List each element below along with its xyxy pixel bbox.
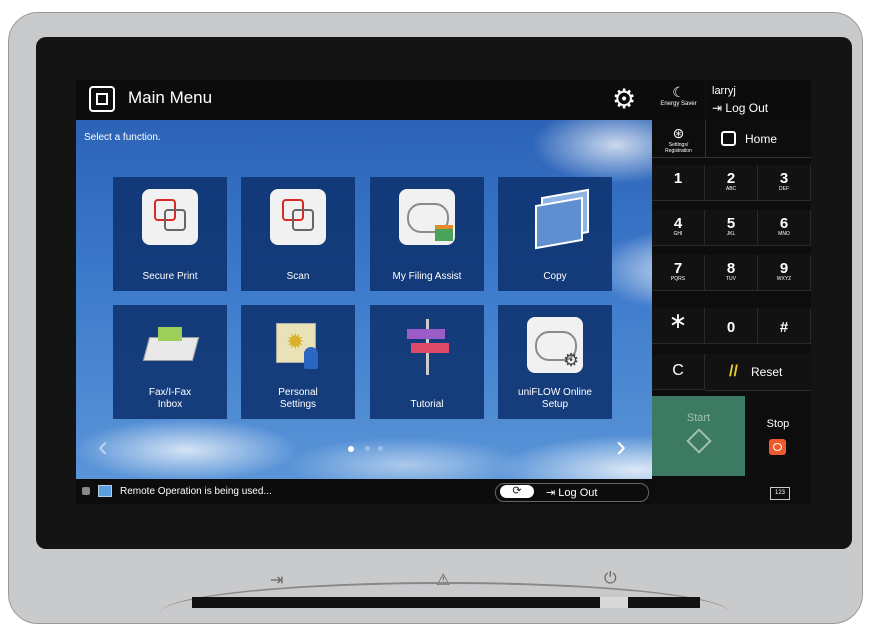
keypad-icon[interactable]: 123 — [770, 487, 790, 500]
reset-icon: // — [729, 363, 738, 380]
key-6[interactable]: 6 MNO — [758, 210, 811, 246]
bezel-curve — [160, 582, 730, 644]
home-icon[interactable] — [89, 86, 115, 112]
key-8[interactable]: 8 TUV — [705, 255, 758, 291]
settings-icon: ⊛ — [672, 125, 685, 141]
power-icon: ⏻ — [604, 570, 617, 587]
moon-icon: ☾ — [672, 84, 685, 100]
gear-icon[interactable]: ⚙ — [612, 86, 636, 113]
tile-label: Fax/I-Fax Inbox — [148, 387, 192, 410]
tile-uniflow-online-setup[interactable]: ⚙ uniFLOW Online Setup — [498, 305, 612, 419]
home-icon — [721, 131, 736, 146]
page-dot-active — [348, 446, 354, 452]
key-1[interactable]: 1 — [652, 165, 705, 201]
tile-label: Copy — [543, 271, 567, 282]
card-slot — [192, 597, 700, 608]
logout-label: Log Out — [725, 101, 769, 115]
home-label: Home — [745, 132, 778, 146]
tile-fax-inbox[interactable]: Fax/I-Fax Inbox — [113, 305, 227, 419]
page-dot — [365, 446, 370, 451]
key-0[interactable]: 0 — [705, 308, 758, 344]
tile-copy[interactable]: Copy — [498, 177, 612, 291]
switch-user-icon[interactable]: ⟳ — [500, 485, 534, 498]
stop-icon — [769, 439, 786, 455]
secure-print-icon — [142, 189, 198, 245]
personal-settings-icon: ✹ — [270, 317, 326, 373]
key-7[interactable]: 7 PQRS — [652, 255, 705, 291]
key-5[interactable]: 5 JKL — [705, 210, 758, 246]
key-3[interactable]: 3 DEF — [758, 165, 811, 201]
status-logout-button[interactable]: ⇥ Log Out — [546, 486, 597, 499]
status-bar: Remote Operation is being used... ⟳ ⇥ Lo… — [76, 479, 652, 504]
tile-label: My Filing Assist — [392, 271, 462, 282]
tile-tutorial[interactable]: Tutorial — [370, 305, 484, 419]
fax-inbox-icon — [142, 317, 200, 373]
page-dot — [378, 446, 383, 451]
tile-label: uniFLOW Online Setup — [518, 387, 592, 410]
start-icon — [686, 428, 712, 454]
tile-label: Personal Settings — [278, 387, 318, 410]
tile-label: Secure Print — [142, 271, 198, 282]
logout-icon: ⇥ — [712, 101, 723, 115]
key-4[interactable]: 4 GHI — [652, 210, 705, 246]
energy-saver-label: Energy Saver — [660, 101, 697, 107]
energy-saver-button[interactable]: ☾ Energy Saver — [652, 80, 705, 120]
tile-secure-print[interactable]: Secure Print — [113, 177, 227, 291]
username: larryj — [712, 85, 736, 97]
remote-operation-icon — [98, 485, 112, 497]
tile-my-filing-assist[interactable]: My Filing Assist — [370, 177, 484, 291]
cloud-filing-icon — [399, 189, 455, 245]
next-page-arrow-icon[interactable]: › — [616, 430, 626, 464]
settings-registration-button[interactable]: ⊛ Settings/ Registration — [652, 120, 706, 158]
tile-scan[interactable]: Scan — [241, 177, 355, 291]
clear-button[interactable]: C — [652, 354, 705, 390]
stop-label: Stop — [766, 418, 790, 430]
key-star[interactable]: ∗ — [652, 308, 705, 344]
lock-icon — [82, 487, 90, 495]
main-menu-area: Select a function. Secure Print Scan My … — [76, 120, 652, 479]
tile-personal-settings[interactable]: ✹ Personal Settings — [241, 305, 355, 419]
copy-icon — [527, 188, 589, 250]
key-hash[interactable]: # — [758, 308, 811, 344]
settings-label: Settings/ Registration — [665, 142, 692, 154]
status-controls: ⟳ ⇥ Log Out — [495, 483, 649, 502]
scan-icon — [270, 189, 326, 245]
logout-icon: ⇥ — [546, 487, 556, 499]
cloud-gear-icon: ⚙ — [527, 317, 583, 373]
side-panel: ⊛ Settings/ Registration Home 1 2 ABC 3 DE… — [652, 120, 811, 504]
reset-button[interactable]: // Reset — [705, 354, 811, 391]
key-2[interactable]: 2 ABC — [705, 165, 758, 201]
tile-label: Tutorial — [410, 399, 444, 410]
logout-row: ⇥ Log Out — [712, 101, 768, 115]
status-message: Remote Operation is being used... — [120, 486, 272, 497]
user-logout-button[interactable]: larryj ⇥ Log Out — [706, 80, 811, 120]
instruction-text: Select a function. — [84, 132, 161, 143]
reset-label: Reset — [751, 365, 783, 379]
tile-label: Scan — [286, 271, 310, 282]
start-label: Start — [686, 412, 711, 424]
stop-button[interactable]: Stop — [745, 396, 811, 476]
logout-label: Log Out — [558, 487, 598, 499]
start-button[interactable]: Start — [652, 396, 745, 476]
page-title: Main Menu — [128, 88, 213, 107]
home-button[interactable]: Home — [705, 120, 811, 158]
key-9[interactable]: 9 WXYZ — [758, 255, 811, 291]
signpost-icon — [399, 317, 455, 375]
previous-page-arrow-icon[interactable]: ‹ — [98, 430, 108, 464]
